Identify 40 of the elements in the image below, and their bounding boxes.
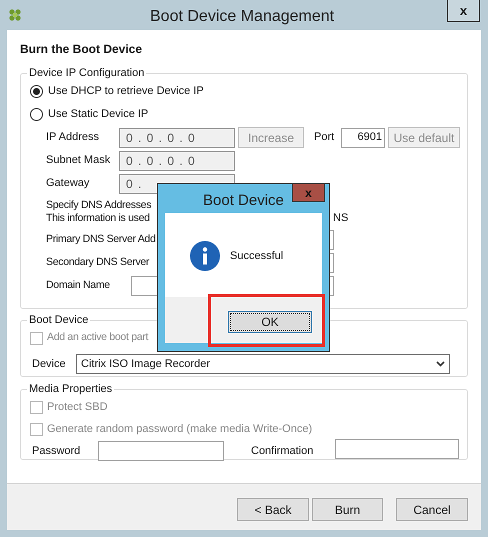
field-label: IP Address: [46, 130, 100, 146]
radio-label: Use DHCP to retrieve Device IP: [48, 84, 204, 100]
field-label: Device: [32, 356, 67, 372]
info-icon: [190, 241, 220, 271]
radio-label: Use Static Device IP: [48, 107, 148, 122]
window-title: Boot Device Management: [150, 7, 334, 27]
note-text: Specify DNS Addresses: [46, 199, 152, 212]
field-label: Confirmation: [251, 444, 314, 459]
field-label: Port: [314, 130, 336, 146]
close-button[interactable]: x: [447, 0, 480, 22]
app-icon: [9, 9, 21, 21]
ok-button[interactable]: OK: [228, 311, 312, 333]
device-dropdown[interactable]: Citrix ISO Image Recorder: [76, 354, 450, 374]
page-heading: Burn the Boot Device: [20, 41, 144, 58]
password-field[interactable]: [98, 441, 224, 461]
push-button[interactable]: < Back: [237, 498, 309, 521]
push-button[interactable]: Burn: [312, 498, 383, 521]
password-field[interactable]: [335, 439, 459, 459]
dropdown-value: Citrix ISO Image Recorder: [81, 356, 210, 372]
checkbox-label: Generate random password (make media Write-Once): [47, 422, 312, 437]
radio-button[interactable]: [30, 108, 43, 121]
port-field[interactable]: 6901: [341, 128, 385, 148]
group-title: Boot Device: [28, 313, 90, 327]
field-label: Password: [32, 444, 82, 459]
note-text: This information is used: [46, 212, 150, 225]
field-label: Domain Name: [46, 278, 110, 293]
chevron-icon: [436, 361, 445, 367]
dialog-title: Boot Device: [203, 191, 284, 211]
note-text: NS: [333, 212, 348, 225]
group-title: Media Properties: [28, 382, 114, 396]
push-button[interactable]: Cancel: [396, 498, 468, 521]
field-label: Gateway: [46, 176, 90, 192]
checkbox-label: Add an active boot part: [47, 330, 148, 346]
field-label: Subnet Mask: [46, 153, 112, 168]
group-title: Device IP Configuration: [28, 66, 146, 80]
message-text: Successful: [230, 248, 284, 264]
field-label: Primary DNS Server Add: [46, 232, 156, 247]
checkbox-label: Protect SBD: [47, 400, 108, 415]
radio-button[interactable]: [30, 85, 43, 98]
field-label: Secondary DNS Server: [46, 254, 150, 270]
